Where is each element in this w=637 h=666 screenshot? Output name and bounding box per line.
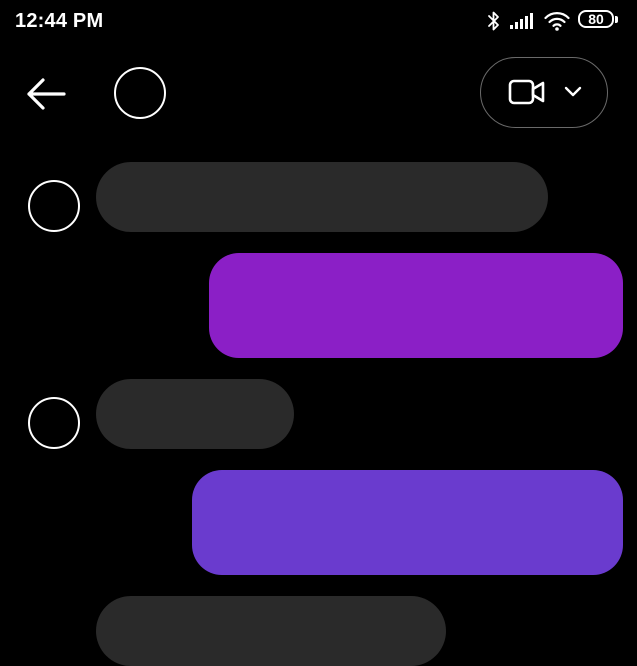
wifi-icon — [544, 12, 570, 31]
video-call-button[interactable] — [480, 57, 608, 128]
battery-terminal — [615, 16, 618, 23]
status-bar: 12:44 PM 80 — [0, 0, 637, 44]
signal-icon — [510, 13, 533, 29]
outgoing-message-bubble[interactable] — [192, 470, 623, 575]
contact-avatar[interactable] — [114, 67, 166, 119]
incoming-message-bubble[interactable] — [96, 162, 548, 232]
message-avatar[interactable] — [28, 180, 80, 232]
incoming-message-bubble[interactable] — [96, 596, 446, 666]
status-time: 12:44 PM — [15, 10, 104, 32]
battery-icon: 80 — [578, 10, 622, 32]
message-avatar[interactable] — [28, 397, 80, 449]
outgoing-message-bubble[interactable] — [209, 253, 623, 358]
back-arrow-icon — [27, 78, 66, 110]
incoming-message-bubble[interactable] — [96, 379, 294, 449]
battery-level: 80 — [588, 11, 604, 27]
bluetooth-icon — [488, 11, 499, 31]
chevron-down-icon — [564, 86, 582, 97]
back-button[interactable] — [20, 70, 72, 118]
video-camera-icon — [508, 79, 545, 105]
